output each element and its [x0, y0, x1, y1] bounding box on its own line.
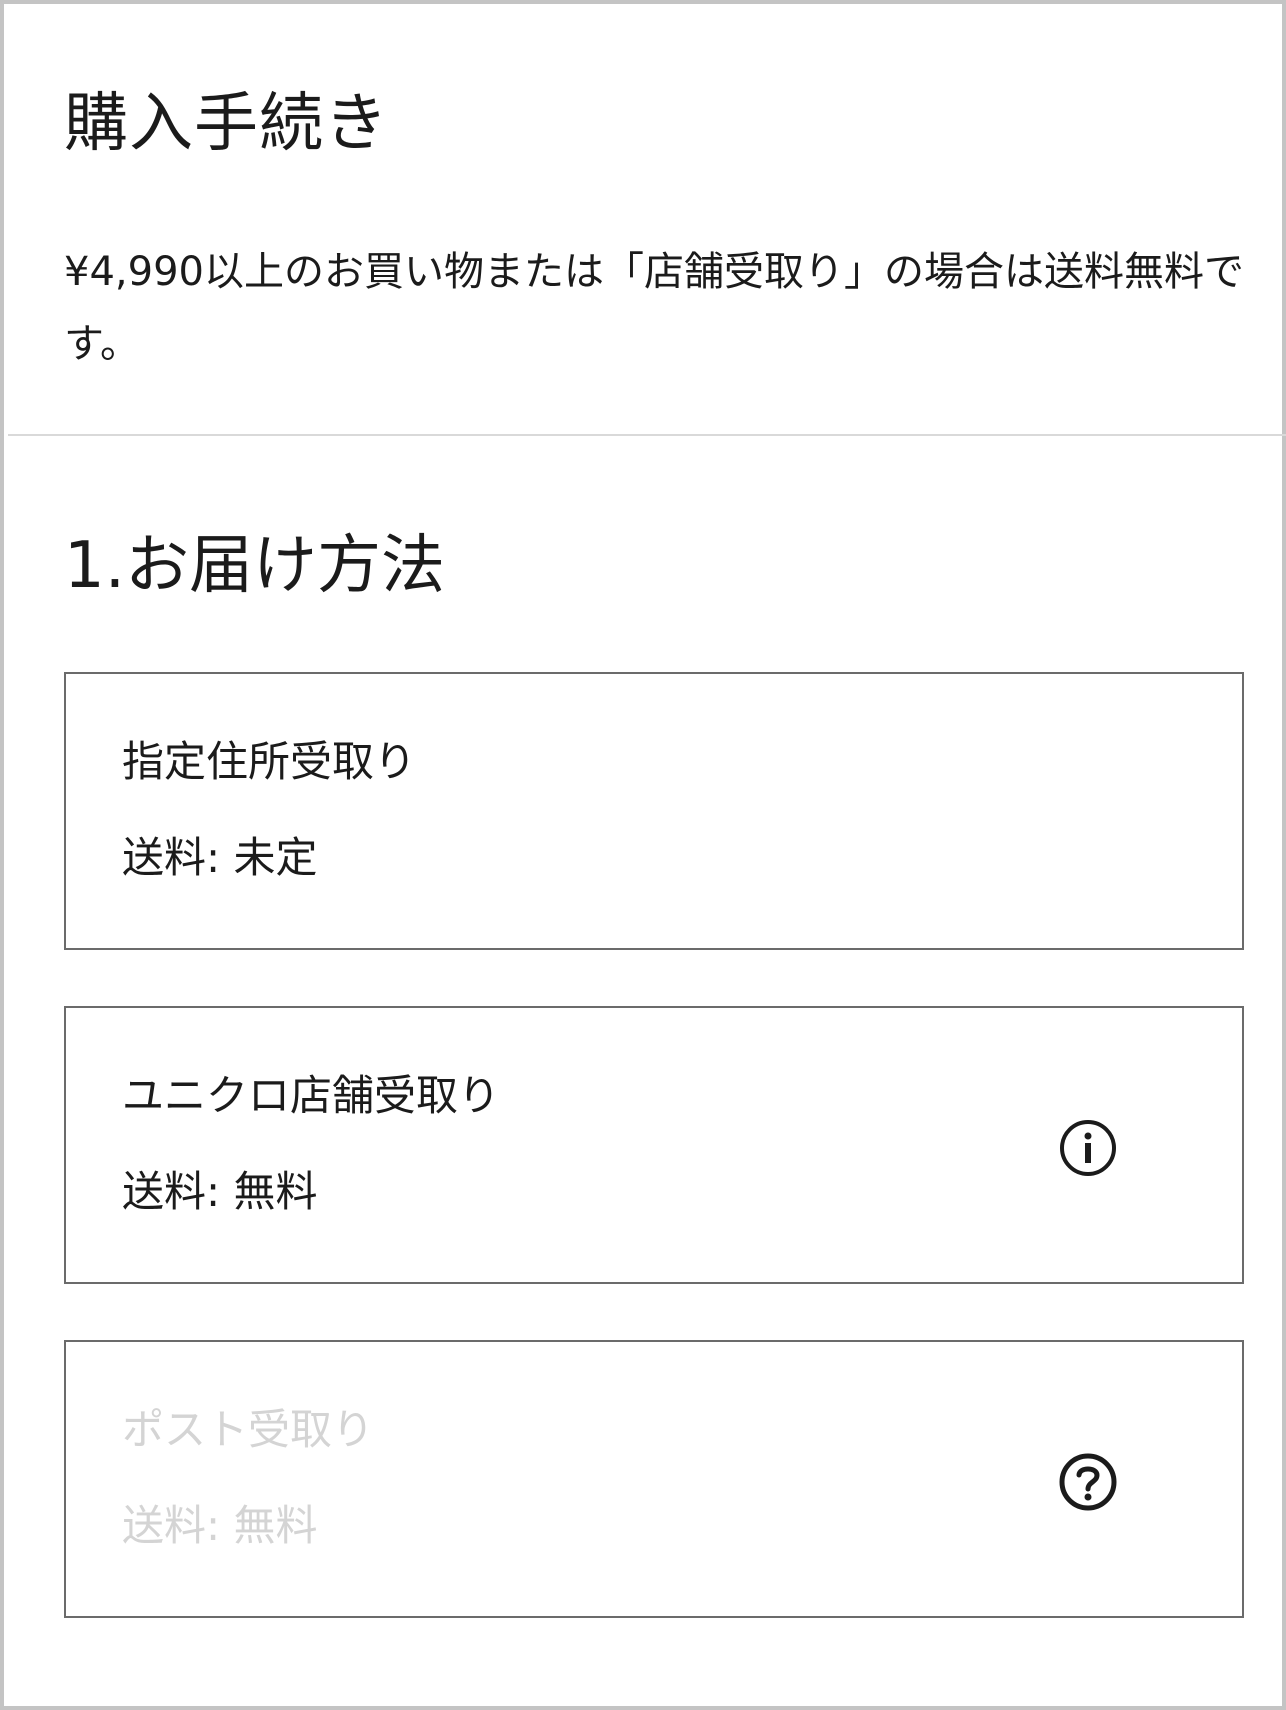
delivery-method-heading: 1.お届け方法 — [64, 529, 446, 603]
delivery-option-fee: 送料: 無料 — [122, 1167, 318, 1216]
divider — [8, 434, 1286, 436]
checkout-panel: 購入手続き ¥4,990以上のお買い物または「店舗受取り」の場合は送料無料です。… — [0, 0, 1286, 1710]
delivery-option-store-pickup[interactable]: ユニクロ店舗受取り 送料: 無料 — [64, 1006, 1244, 1284]
delivery-option-label: ユニクロ店舗受取り — [122, 1071, 501, 1120]
delivery-option-label: ポスト受取り — [122, 1405, 375, 1454]
delivery-option-post-pickup: ポスト受取り 送料: 無料 — [64, 1340, 1244, 1618]
page-title: 購入手続き — [64, 87, 389, 161]
delivery-option-address[interactable]: 指定住所受取り 送料: 未定 — [64, 672, 1244, 950]
delivery-option-label: 指定住所受取り — [122, 737, 417, 786]
help-icon[interactable] — [1058, 1452, 1118, 1512]
delivery-option-fee: 送料: 無料 — [122, 1501, 318, 1550]
free-shipping-notice: ¥4,990以上のお買い物または「店舗受取り」の場合は送料無料です。 — [64, 249, 1244, 367]
info-icon[interactable] — [1058, 1118, 1118, 1178]
delivery-option-fee: 送料: 未定 — [122, 833, 318, 882]
